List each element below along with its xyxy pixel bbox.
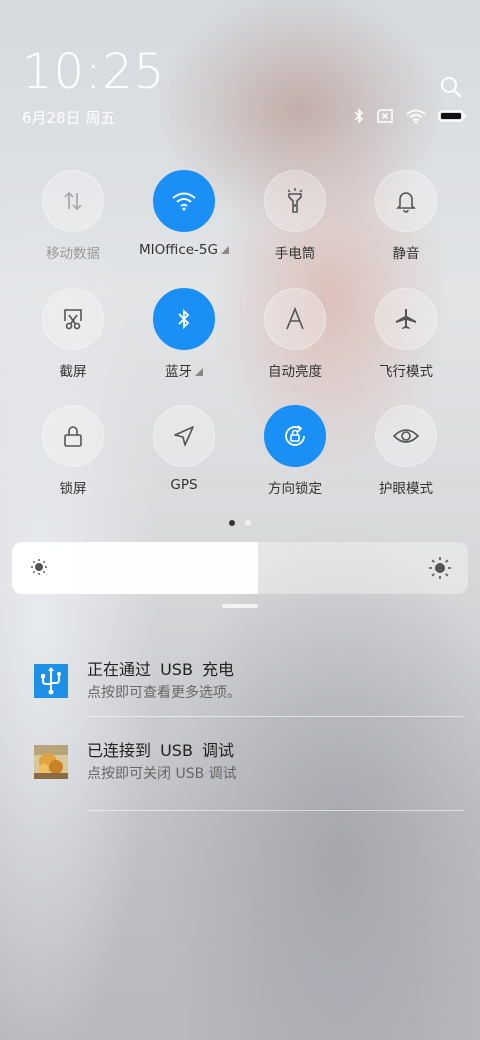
wifi-network-name: MIOffice-5G <box>139 242 218 258</box>
tile-label: 静音 <box>392 246 420 262</box>
tile-label: 蓝牙 <box>128 360 240 380</box>
tile-airplane-button[interactable] <box>375 288 437 350</box>
tile-gps-button[interactable] <box>153 405 215 467</box>
status-bar-icons <box>354 108 466 124</box>
gps-icon <box>174 426 194 446</box>
tile-screenshot[interactable]: 截屏 <box>17 288 129 380</box>
lock-icon <box>64 426 82 447</box>
tile-wifi-button[interactable] <box>153 170 215 232</box>
brightness-slider[interactable] <box>12 542 468 594</box>
expand-triangle-icon <box>195 368 203 376</box>
tile-lock-screen-button[interactable] <box>42 405 104 467</box>
tile-flashlight-button[interactable] <box>264 170 326 232</box>
tile-label: MIOffice-5G <box>128 242 240 258</box>
page-dot <box>245 520 251 526</box>
tile-auto-brightness-button[interactable] <box>264 288 326 350</box>
tile-label: GPS <box>170 477 198 493</box>
notification-divider <box>87 810 463 811</box>
tile-airplane[interactable]: 飞行模式 <box>350 288 462 380</box>
no-sim-icon <box>377 109 393 123</box>
clock-time: 10:25 <box>22 44 166 100</box>
debug-app-icon <box>34 745 68 779</box>
bluetooth-label: 蓝牙 <box>165 364 192 380</box>
brightness-high-icon <box>429 557 451 579</box>
tile-bluetooth[interactable]: 蓝牙 <box>128 288 240 380</box>
wifi-icon <box>406 109 426 124</box>
page-dot-active <box>229 520 235 526</box>
battery-icon <box>438 110 466 122</box>
screenshot-icon <box>64 309 82 330</box>
tile-eye-care[interactable]: 护眼模式 <box>350 405 462 497</box>
tile-label: 手电筒 <box>274 246 316 262</box>
airplane-icon <box>396 309 416 329</box>
tile-flashlight[interactable]: 手电筒 <box>239 170 351 262</box>
eye-icon <box>392 429 420 443</box>
notification-usb-debugging[interactable]: 已连接到 USB 调试 点按即可关闭 USB 调试 <box>0 727 480 807</box>
tile-silent-button[interactable] <box>375 170 437 232</box>
notification-title: 已连接到 USB 调试 <box>87 741 235 760</box>
tile-eye-care-button[interactable] <box>375 405 437 467</box>
tile-label: 移动数据 <box>46 246 100 262</box>
drag-handle[interactable] <box>222 604 258 608</box>
tile-bluetooth-button[interactable] <box>153 288 215 350</box>
bluetooth-icon <box>354 108 364 124</box>
flashlight-icon <box>287 188 303 213</box>
auto-brightness-icon <box>286 307 304 330</box>
tile-mobile-data-button[interactable] <box>42 170 104 232</box>
rotation-lock-icon <box>285 425 305 446</box>
page-indicator <box>0 520 480 526</box>
tile-screenshot-button[interactable] <box>42 288 104 350</box>
brightness-slider-fill[interactable] <box>12 542 259 594</box>
wifi-icon <box>172 192 196 211</box>
tile-rotation-lock-button[interactable] <box>264 405 326 467</box>
brightness-low-icon <box>31 559 47 575</box>
tile-label: 飞行模式 <box>379 364 433 380</box>
notification-desc: 点按即可关闭 USB 调试 <box>87 766 237 782</box>
mobile-data-icon <box>64 191 82 211</box>
tile-label: 方向锁定 <box>268 481 322 497</box>
tile-lock-screen[interactable]: 锁屏 <box>17 405 129 497</box>
tile-mobile-data[interactable]: 移动数据 <box>17 170 129 262</box>
clock-date: 6月28日 周五 <box>22 109 116 127</box>
expand-triangle-icon <box>220 246 229 254</box>
notification-divider <box>87 716 463 717</box>
usb-icon <box>34 664 68 698</box>
tile-silent[interactable]: 静音 <box>350 170 462 262</box>
tile-label: 锁屏 <box>59 481 87 497</box>
tile-label: 截屏 <box>59 364 87 380</box>
tile-label: 护眼模式 <box>379 481 433 497</box>
search-icon[interactable] <box>440 76 462 98</box>
bluetooth-icon <box>178 308 190 330</box>
bell-icon <box>396 192 416 213</box>
tile-gps[interactable]: GPS <box>128 405 240 493</box>
tile-wifi[interactable]: MIOffice-5G <box>128 170 240 258</box>
notification-usb-charging[interactable]: 正在通过 USB 充电 点按即可查看更多选项。 <box>0 646 480 726</box>
notification-title: 正在通过 USB 充电 <box>87 660 235 679</box>
tile-rotation-lock[interactable]: 方向锁定 <box>239 405 351 497</box>
tile-auto-brightness[interactable]: 自动亮度 <box>239 288 351 380</box>
tile-label: 自动亮度 <box>268 364 322 380</box>
notification-desc: 点按即可查看更多选项。 <box>87 685 241 701</box>
